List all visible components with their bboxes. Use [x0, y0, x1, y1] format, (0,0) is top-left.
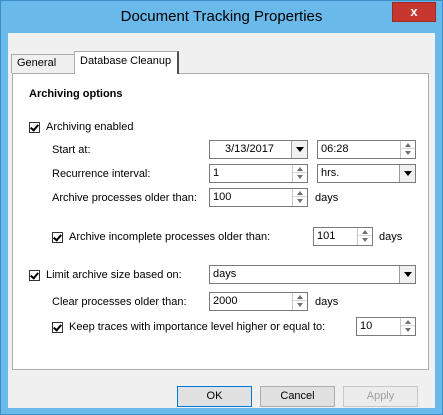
- chevron-down-icon[interactable]: [399, 266, 415, 283]
- dialog-window: Document Tracking Properties x General D…: [0, 0, 443, 415]
- spin-down-icon[interactable]: [401, 326, 415, 334]
- limit-mode-value: days: [213, 268, 237, 280]
- spin-down-icon[interactable]: [358, 236, 372, 244]
- section-title-archiving: Archiving options: [29, 88, 123, 100]
- keep-traces-spinner[interactable]: [400, 318, 415, 335]
- recurrence-unit-select[interactable]: hrs.: [317, 164, 416, 183]
- archive-incomplete-checkbox[interactable]: [52, 232, 63, 243]
- clear-older-than-field[interactable]: 2000: [209, 292, 308, 311]
- spin-up-icon[interactable]: [358, 228, 372, 236]
- start-date-value: 3/13/2017: [225, 143, 274, 155]
- spin-up-icon[interactable]: [293, 293, 307, 301]
- recurrence-unit-value: hrs.: [321, 167, 340, 179]
- keep-traces-value: 10: [360, 320, 373, 332]
- start-time-value: 06:28: [321, 143, 349, 155]
- limit-mode-select[interactable]: days: [209, 265, 416, 284]
- limit-archive-size-label: Limit archive size based on:: [46, 269, 182, 281]
- clear-older-than-spinner[interactable]: [292, 293, 307, 310]
- start-at-label: Start at:: [52, 144, 91, 156]
- clear-older-than-label: Clear processes older than:: [52, 296, 187, 308]
- archive-older-than-field[interactable]: 100: [209, 188, 308, 207]
- recurrence-interval-label: Recurrence interval:: [52, 168, 151, 180]
- archive-incomplete-value: 101: [317, 230, 336, 242]
- archiving-enabled-label: Archiving enabled: [46, 121, 134, 133]
- archive-older-than-label: Archive processes older than:: [52, 192, 197, 204]
- chevron-down-icon[interactable]: [399, 165, 415, 182]
- start-time-field[interactable]: 06:28: [317, 140, 416, 159]
- spin-down-icon[interactable]: [293, 301, 307, 309]
- recurrence-interval-field[interactable]: 1: [209, 164, 308, 183]
- spin-up-icon[interactable]: [293, 165, 307, 173]
- ok-button[interactable]: OK: [177, 386, 252, 407]
- keep-traces-checkbox[interactable]: [52, 322, 63, 333]
- archiving-enabled-checkbox[interactable]: [29, 122, 40, 133]
- spin-up-icon[interactable]: [293, 189, 307, 197]
- spin-up-icon[interactable]: [401, 141, 415, 149]
- start-time-spinner[interactable]: [400, 141, 415, 158]
- chevron-down-icon[interactable]: [291, 141, 307, 158]
- limit-archive-size-checkbox[interactable]: [29, 270, 40, 281]
- archive-older-than-spinner[interactable]: [292, 189, 307, 206]
- spin-up-icon[interactable]: [401, 318, 415, 326]
- spin-down-icon[interactable]: [293, 173, 307, 181]
- archive-older-than-value: 100: [213, 191, 232, 203]
- dialog-client-area: General Database Cleanup Archiving optio…: [8, 33, 435, 408]
- keep-traces-label: Keep traces with importance level higher…: [69, 321, 326, 333]
- apply-button[interactable]: Apply: [343, 386, 418, 407]
- start-date-picker[interactable]: 3/13/2017: [209, 140, 308, 159]
- spin-down-icon[interactable]: [293, 197, 307, 205]
- archive-incomplete-field[interactable]: 101: [313, 227, 373, 246]
- tab-general[interactable]: General: [11, 54, 75, 73]
- close-button[interactable]: x: [392, 2, 436, 22]
- recurrence-spinner[interactable]: [292, 165, 307, 182]
- cancel-button[interactable]: Cancel: [260, 386, 335, 407]
- archive-incomplete-spinner[interactable]: [357, 228, 372, 245]
- archive-incomplete-unit: days: [379, 231, 403, 243]
- clear-older-than-unit: days: [315, 296, 339, 308]
- window-title: Document Tracking Properties: [120, 8, 323, 25]
- clear-older-than-value: 2000: [213, 295, 238, 307]
- tab-database-cleanup[interactable]: Database Cleanup: [74, 51, 179, 74]
- spin-down-icon[interactable]: [401, 149, 415, 157]
- archive-incomplete-label: Archive incomplete processes older than:: [69, 231, 271, 243]
- recurrence-interval-value: 1: [213, 167, 220, 179]
- archive-older-than-unit: days: [315, 192, 339, 204]
- keep-traces-field[interactable]: 10: [356, 317, 416, 336]
